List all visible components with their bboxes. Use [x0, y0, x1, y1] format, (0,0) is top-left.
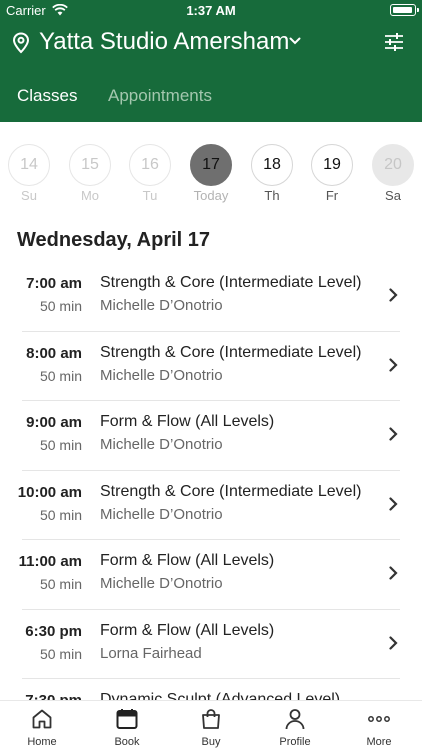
- day-today[interactable]: 17 Today: [190, 144, 232, 203]
- bottom-tab-bar: Home Book Buy Profile More: [0, 700, 422, 750]
- chevron-right-icon: [389, 427, 398, 441]
- day-label: Today: [193, 188, 229, 203]
- nav-label: Book: [114, 736, 140, 748]
- class-name: Form & Flow (All Levels): [100, 552, 275, 569]
- nav-label: Home: [27, 736, 57, 748]
- day-date[interactable]: 14: [8, 144, 50, 186]
- class-name: Form & Flow (All Levels): [100, 413, 275, 430]
- studio-selector[interactable]: Yatta Studio Amersham: [0, 24, 422, 62]
- home-icon: [32, 709, 52, 729]
- class-instructor: Michelle D’Onotrio: [100, 575, 223, 592]
- nav-profile[interactable]: Profile: [260, 707, 330, 748]
- day-label: Mo: [80, 188, 100, 203]
- more-dots-icon: [368, 716, 390, 722]
- week-day-picker: 14 Su 15 Mo 16 Tu 17 Today 18 Th 19 Fr 2…: [0, 144, 422, 206]
- class-instructor: Lorna Fairhead: [100, 644, 202, 662]
- class-instructor: Michelle D’Onotrio: [100, 297, 223, 314]
- class-name: Strength & Core (Intermediate Level): [100, 482, 362, 500]
- class-time: 8:00 am: [26, 344, 82, 362]
- day-date[interactable]: 15: [69, 144, 111, 186]
- day-tuesday[interactable]: 16 Tu: [129, 144, 171, 203]
- class-row[interactable]: 11:00 am 50 min Form & Flow (All Levels)…: [0, 540, 422, 610]
- class-duration: 50 min: [39, 576, 82, 592]
- class-instructor: Michelle D’Onotrio: [100, 505, 223, 523]
- chevron-right-icon: [389, 496, 398, 511]
- class-time: 7:30 pm: [25, 692, 82, 700]
- chevron-right-icon: [389, 357, 398, 372]
- class-row[interactable]: 7:00 am 50 min Strength & Core (Intermed…: [0, 262, 422, 332]
- tab-classes[interactable]: Classes: [17, 86, 77, 106]
- nav-buy[interactable]: Buy: [176, 707, 246, 748]
- day-date[interactable]: 16: [129, 144, 171, 186]
- class-name: Form & Flow (All Levels): [100, 621, 275, 639]
- day-label: Fr: [325, 188, 339, 203]
- battery-icon: [390, 4, 419, 16]
- class-duration: 50 min: [39, 437, 82, 453]
- shopping-bag-icon: [202, 709, 220, 729]
- class-instructor: Michelle D’Onotrio: [100, 366, 223, 384]
- nav-more[interactable]: More: [344, 707, 414, 748]
- calendar-icon: [116, 709, 138, 729]
- class-list[interactable]: 7:00 am 50 min Strength & Core (Intermed…: [0, 262, 422, 700]
- studio-name[interactable]: Yatta Studio Amersham: [39, 28, 289, 56]
- tab-appointments[interactable]: Appointments: [108, 86, 212, 106]
- class-row[interactable]: 8:00 am 50 min Strength & Core (Intermed…: [0, 332, 422, 402]
- status-bar: Carrier 1:37 AM: [0, 0, 422, 20]
- class-name: Strength & Core (Intermediate Level): [100, 274, 362, 291]
- class-time: 11:00 am: [18, 553, 82, 570]
- nav-home[interactable]: Home: [7, 707, 77, 748]
- person-icon: [285, 709, 305, 730]
- chevron-down-icon[interactable]: [289, 37, 301, 45]
- chevron-right-icon: [389, 288, 398, 302]
- day-date[interactable]: 19: [311, 144, 353, 186]
- day-sunday[interactable]: 14 Su: [8, 144, 50, 203]
- class-time: 9:00 am: [26, 414, 82, 431]
- day-date[interactable]: 17: [190, 144, 232, 186]
- class-instructor: Michelle D’Onotrio: [100, 436, 223, 453]
- chevron-right-icon: [389, 566, 398, 580]
- selected-date-heading: Wednesday, April 17: [17, 229, 211, 251]
- class-duration: 50 min: [39, 506, 82, 523]
- class-duration: 50 min: [39, 367, 82, 384]
- location-pin-icon: [12, 32, 30, 54]
- class-duration: 50 min: [39, 298, 82, 314]
- day-monday[interactable]: 15 Mo: [69, 144, 111, 203]
- day-friday[interactable]: 19 Fr: [311, 144, 353, 203]
- day-date[interactable]: 18: [251, 144, 293, 186]
- day-label: Sa: [385, 188, 401, 203]
- filter-sliders-icon[interactable]: [384, 32, 404, 52]
- class-name: Strength & Core (Intermediate Level): [100, 343, 362, 361]
- day-label: Th: [264, 188, 280, 203]
- day-thursday[interactable]: 18 Th: [251, 144, 293, 203]
- nav-label: Buy: [201, 736, 221, 748]
- class-time: 10:00 am: [17, 483, 82, 501]
- nav-label: Profile: [279, 736, 311, 748]
- class-row[interactable]: 9:00 am 50 min Form & Flow (All Levels) …: [0, 401, 422, 471]
- nav-label: More: [366, 736, 392, 748]
- class-row[interactable]: 10:00 am 50 min Strength & Core (Interme…: [0, 471, 422, 541]
- class-time: 7:00 am: [26, 275, 82, 292]
- chevron-right-icon: [389, 635, 398, 650]
- day-date[interactable]: 20: [372, 144, 414, 186]
- clock: 1:37 AM: [186, 3, 236, 18]
- day-label: Su: [21, 188, 37, 203]
- class-row[interactable]: 6:30 pm 50 min Form & Flow (All Levels) …: [0, 610, 422, 680]
- class-duration: 50 min: [39, 645, 82, 662]
- class-row[interactable]: 7:30 pm Dynamic Sculpt (Advanced Level): [0, 679, 422, 700]
- view-tabs: Classes Appointments: [0, 78, 422, 122]
- nav-book[interactable]: Book: [92, 707, 162, 748]
- class-name: Dynamic Sculpt (Advanced Level): [100, 691, 341, 700]
- class-time: 6:30 pm: [25, 622, 82, 640]
- app-header: Carrier 1:37 AM Yatta Studio Amersham Cl…: [0, 0, 422, 122]
- day-label: Tu: [142, 188, 158, 203]
- day-saturday[interactable]: 20 Sa: [372, 144, 414, 203]
